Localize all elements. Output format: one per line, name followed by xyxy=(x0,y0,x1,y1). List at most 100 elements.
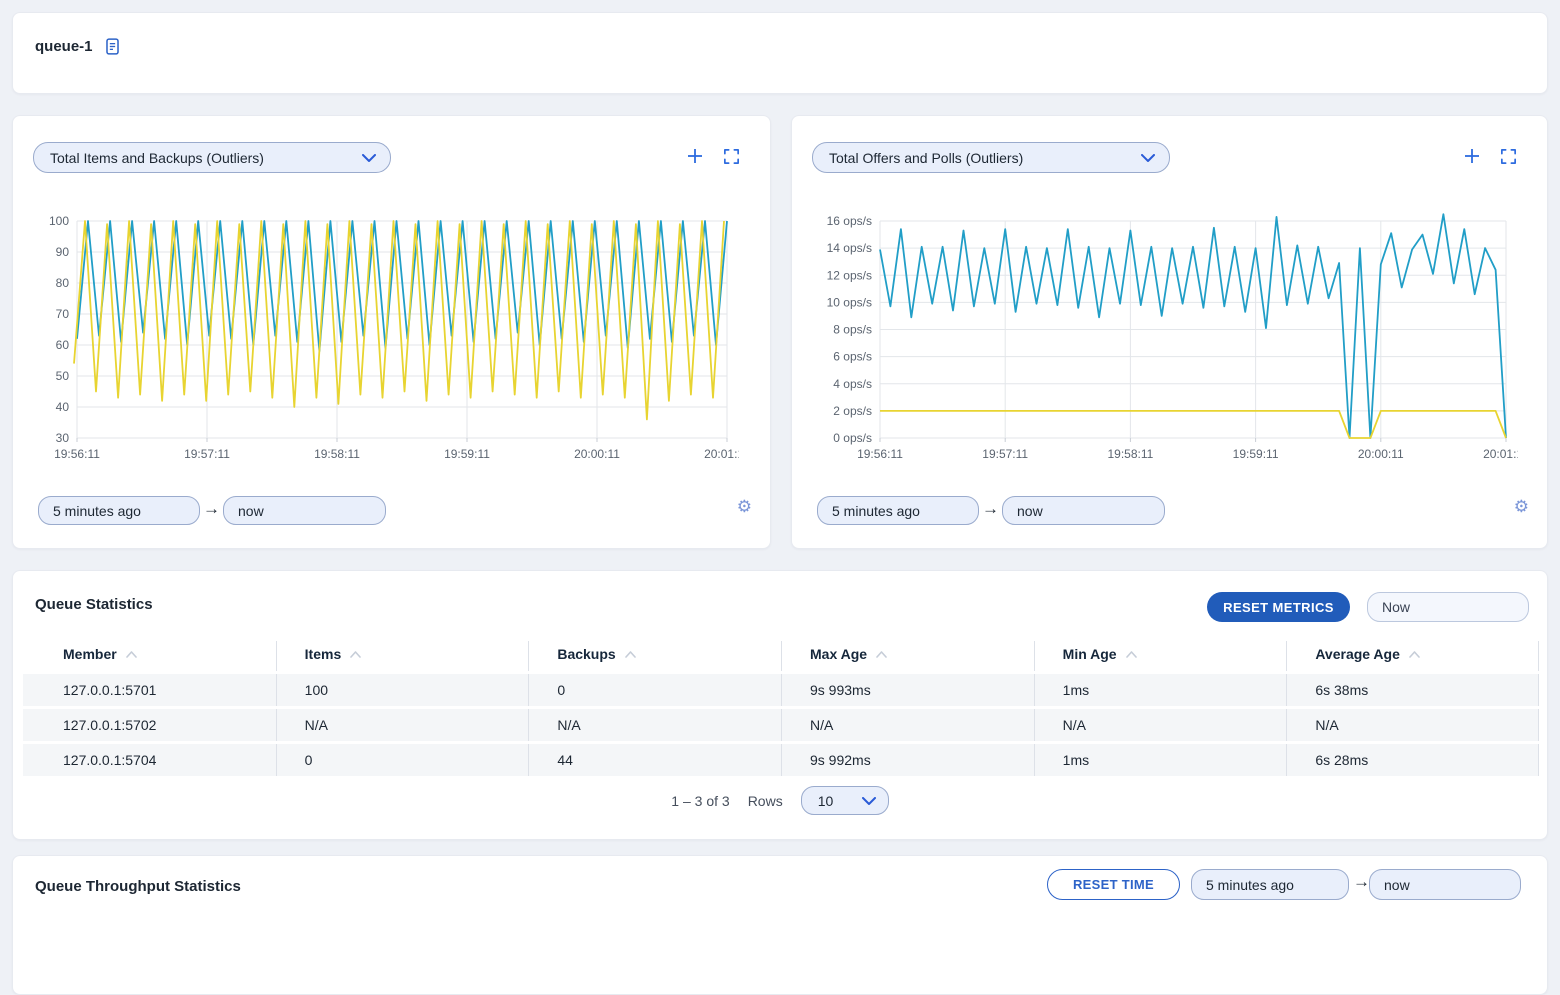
svg-text:19:57:11: 19:57:11 xyxy=(184,447,230,461)
page-title: queue-1 xyxy=(35,38,93,55)
table-cell: 127.0.0.1:5702 xyxy=(23,709,276,741)
section-title: Queue Throughput Statistics xyxy=(35,878,241,895)
pagination: 1 – 3 of 3 Rows 10 xyxy=(13,786,1547,815)
table-cell: 1ms xyxy=(1034,744,1287,776)
sort-caret-icon xyxy=(876,651,887,658)
document-icon[interactable] xyxy=(103,37,122,56)
table-cell: 1ms xyxy=(1034,674,1287,706)
column-label: Min Age xyxy=(1063,646,1117,662)
sort-caret-icon xyxy=(1126,651,1137,658)
svg-text:100: 100 xyxy=(49,214,69,228)
table-cell: 9s 992ms xyxy=(781,744,1034,776)
chart-card-offers-polls: Total Offers and Polls (Outliers) 16 ops… xyxy=(791,115,1548,549)
table-cell: N/A xyxy=(276,709,529,741)
time-to-field[interactable] xyxy=(223,496,386,525)
column-header-min-age[interactable]: Min Age xyxy=(1034,641,1287,671)
page-range: 1 – 3 of 3 xyxy=(671,793,729,809)
gear-icon[interactable]: ⚙ xyxy=(737,497,752,517)
column-header-average-age[interactable]: Average Age xyxy=(1286,641,1539,671)
time-from-field[interactable] xyxy=(817,496,979,525)
table-row: 127.0.0.1:57040449s 992ms1ms6s 28ms xyxy=(23,741,1539,776)
rows-per-page-value: 10 xyxy=(818,793,834,809)
column-header-member[interactable]: Member xyxy=(23,641,276,671)
arrow-right-icon: → xyxy=(982,499,999,519)
svg-text:19:59:11: 19:59:11 xyxy=(1233,447,1279,461)
rows-per-page-select[interactable]: 10 xyxy=(801,786,889,815)
time-from-field[interactable] xyxy=(1191,869,1349,900)
chart-card-items-backups: Total Items and Backups (Outliers) 100 90… xyxy=(12,115,771,549)
svg-text:19:56:11: 19:56:11 xyxy=(857,447,903,461)
table-cell: 100 xyxy=(276,674,529,706)
svg-text:90: 90 xyxy=(56,245,70,259)
svg-text:70: 70 xyxy=(56,307,70,321)
fullscreen-button[interactable] xyxy=(1496,144,1520,168)
svg-text:12 ops/s: 12 ops/s xyxy=(827,268,872,282)
reset-metrics-button[interactable]: RESET METRICS xyxy=(1207,592,1350,622)
svg-text:19:56:11: 19:56:11 xyxy=(54,447,100,461)
queue-statistics-card: Queue Statistics RESET METRICS Member Ite… xyxy=(12,570,1548,840)
table-cell: N/A xyxy=(781,709,1034,741)
sort-caret-icon xyxy=(350,651,361,658)
svg-text:8 ops/s: 8 ops/s xyxy=(833,323,872,337)
table-cell: 0 xyxy=(276,744,529,776)
gear-icon[interactable]: ⚙ xyxy=(1514,497,1529,517)
sort-caret-icon xyxy=(126,651,137,658)
column-header-items[interactable]: Items xyxy=(276,641,529,671)
arrow-right-icon: → xyxy=(1353,872,1370,892)
svg-text:4 ops/s: 4 ops/s xyxy=(833,377,872,391)
table-cell: 127.0.0.1:5701 xyxy=(23,674,276,706)
svg-text:10 ops/s: 10 ops/s xyxy=(827,295,872,309)
column-label: Backups xyxy=(557,646,615,662)
svg-text:20:00:11: 20:00:11 xyxy=(1358,447,1404,461)
svg-text:19:59:11: 19:59:11 xyxy=(444,447,490,461)
metric-select[interactable]: Total Offers and Polls (Outliers) xyxy=(812,142,1170,173)
svg-text:19:58:11: 19:58:11 xyxy=(314,447,360,461)
svg-text:60: 60 xyxy=(56,338,70,352)
table-cell: 9s 993ms xyxy=(781,674,1034,706)
svg-text:0 ops/s: 0 ops/s xyxy=(833,431,872,445)
chevron-down-icon xyxy=(1141,154,1155,162)
column-label: Average Age xyxy=(1315,646,1400,662)
svg-text:20:00:11: 20:00:11 xyxy=(574,447,620,461)
table-cell: 0 xyxy=(528,674,781,706)
svg-text:14 ops/s: 14 ops/s xyxy=(827,241,872,255)
column-label: Items xyxy=(305,646,342,662)
svg-text:50: 50 xyxy=(56,369,70,383)
svg-text:19:58:11: 19:58:11 xyxy=(1107,447,1153,461)
add-chart-button[interactable] xyxy=(683,144,707,168)
column-label: Member xyxy=(63,646,117,662)
section-title: Queue Statistics xyxy=(35,596,153,613)
svg-text:80: 80 xyxy=(56,276,70,290)
chart-canvas-items-backups[interactable]: 1009080706050403019:56:1119:57:1119:58:1… xyxy=(39,213,739,463)
time-from-field[interactable] xyxy=(38,496,200,525)
time-to-field[interactable] xyxy=(1369,869,1521,900)
column-label: Max Age xyxy=(810,646,867,662)
svg-text:30: 30 xyxy=(56,431,70,445)
table-cell: N/A xyxy=(1286,709,1539,741)
svg-text:2 ops/s: 2 ops/s xyxy=(833,404,872,418)
table-cell: N/A xyxy=(528,709,781,741)
column-header-max-age[interactable]: Max Age xyxy=(781,641,1034,671)
queue-stats-table: Member Items Backups Max Age Min Age Average … xyxy=(23,641,1539,776)
svg-text:6 ops/s: 6 ops/s xyxy=(833,350,872,364)
svg-text:20:01:11: 20:01:11 xyxy=(704,447,739,461)
metric-select-label: Total Items and Backups (Outliers) xyxy=(50,150,264,166)
time-to-field[interactable] xyxy=(1002,496,1165,525)
table-row: 127.0.0.1:5702N/AN/AN/AN/AN/A xyxy=(23,706,1539,741)
table-cell: 127.0.0.1:5704 xyxy=(23,744,276,776)
metric-select[interactable]: Total Items and Backups (Outliers) xyxy=(33,142,391,173)
table-cell: 44 xyxy=(528,744,781,776)
reset-time-button[interactable]: RESET TIME xyxy=(1047,869,1180,900)
svg-text:16 ops/s: 16 ops/s xyxy=(827,214,872,228)
rows-label: Rows xyxy=(748,793,783,809)
add-chart-button[interactable] xyxy=(1460,144,1484,168)
queue-throughput-card: Queue Throughput Statistics RESET TIME → xyxy=(12,855,1548,995)
metric-select-label: Total Offers and Polls (Outliers) xyxy=(829,150,1023,166)
time-travel-field[interactable] xyxy=(1367,592,1529,622)
sort-caret-icon xyxy=(625,651,636,658)
arrow-right-icon: → xyxy=(203,499,220,519)
queue-header-card: queue-1 xyxy=(12,12,1548,94)
column-header-backups[interactable]: Backups xyxy=(528,641,781,671)
fullscreen-button[interactable] xyxy=(719,144,743,168)
chart-canvas-offers-polls[interactable]: 16 ops/s 14 ops/s 12 ops/s 10 ops/s 8 ops/s 6… xyxy=(818,213,1518,463)
